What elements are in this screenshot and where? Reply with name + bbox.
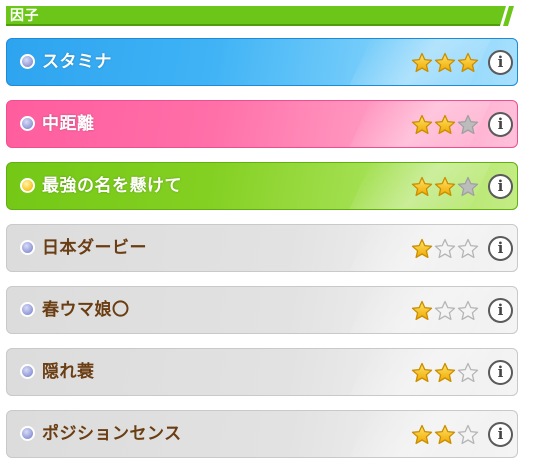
factor-row[interactable]: ポジションセンス i [6, 410, 518, 458]
factor-section-header: 因子 [6, 6, 518, 26]
star-filled-icon [411, 238, 433, 260]
star-filled-icon [411, 176, 433, 198]
star-filled-icon [411, 114, 433, 136]
star-empty-icon [457, 424, 479, 446]
star-filled-icon [411, 362, 433, 384]
star-rating [411, 176, 481, 198]
factor-row[interactable]: 最強の名を懸けて i [6, 162, 518, 210]
info-icon[interactable]: i [488, 50, 513, 75]
info-icon[interactable]: i [488, 112, 513, 137]
star-empty-icon [457, 176, 479, 198]
factor-row[interactable]: 中距離 i [6, 100, 518, 148]
factor-label: 隠れ蓑 [42, 362, 95, 382]
star-filled-icon [434, 424, 456, 446]
factor-row[interactable]: 春ウマ娘〇 i [6, 286, 518, 334]
info-icon[interactable]: i [488, 360, 513, 385]
header-banner [6, 6, 514, 26]
factor-row[interactable]: 隠れ蓑 i [6, 348, 518, 396]
factor-label: 日本ダービー [42, 238, 147, 258]
star-empty-icon [457, 362, 479, 384]
factor-label: 春ウマ娘〇 [42, 300, 130, 320]
factor-bullet-icon [20, 178, 35, 193]
star-empty-icon [457, 114, 479, 136]
factor-label: 中距離 [42, 114, 95, 134]
factor-row[interactable]: スタミナ i [6, 38, 518, 86]
star-rating [411, 300, 481, 322]
factor-label: スタミナ [42, 52, 112, 72]
info-icon[interactable]: i [488, 236, 513, 261]
factor-label: ポジションセンス [42, 424, 182, 444]
star-empty-icon [434, 300, 456, 322]
factor-bullet-icon [20, 116, 35, 131]
star-rating [411, 362, 481, 384]
factor-label: 最強の名を懸けて [42, 176, 182, 196]
factor-bullet-icon [20, 426, 35, 441]
star-filled-icon [411, 424, 433, 446]
star-filled-icon [411, 52, 433, 74]
star-filled-icon [434, 52, 456, 74]
factor-list: スタミナ i 中距離 i 最強の名を懸けて i 日本ダービー i 春ウマ娘〇 i 隠れ蓑 i ポジション… [6, 38, 518, 469]
star-filled-icon [411, 300, 433, 322]
star-filled-icon [457, 52, 479, 74]
star-empty-icon [457, 300, 479, 322]
section-title: 因子 [10, 8, 39, 24]
factor-bullet-icon [20, 240, 35, 255]
star-rating [411, 424, 481, 446]
star-rating [411, 52, 481, 74]
star-filled-icon [434, 362, 456, 384]
factor-bullet-icon [20, 364, 35, 379]
factor-bullet-icon [20, 54, 35, 69]
star-rating [411, 114, 481, 136]
info-icon[interactable]: i [488, 298, 513, 323]
star-empty-icon [457, 238, 479, 260]
star-rating [411, 238, 481, 260]
factor-row[interactable]: 日本ダービー i [6, 224, 518, 272]
factor-bullet-icon [20, 302, 35, 317]
star-filled-icon [434, 114, 456, 136]
star-filled-icon [434, 176, 456, 198]
star-empty-icon [434, 238, 456, 260]
info-icon[interactable]: i [488, 174, 513, 199]
info-icon[interactable]: i [488, 422, 513, 447]
